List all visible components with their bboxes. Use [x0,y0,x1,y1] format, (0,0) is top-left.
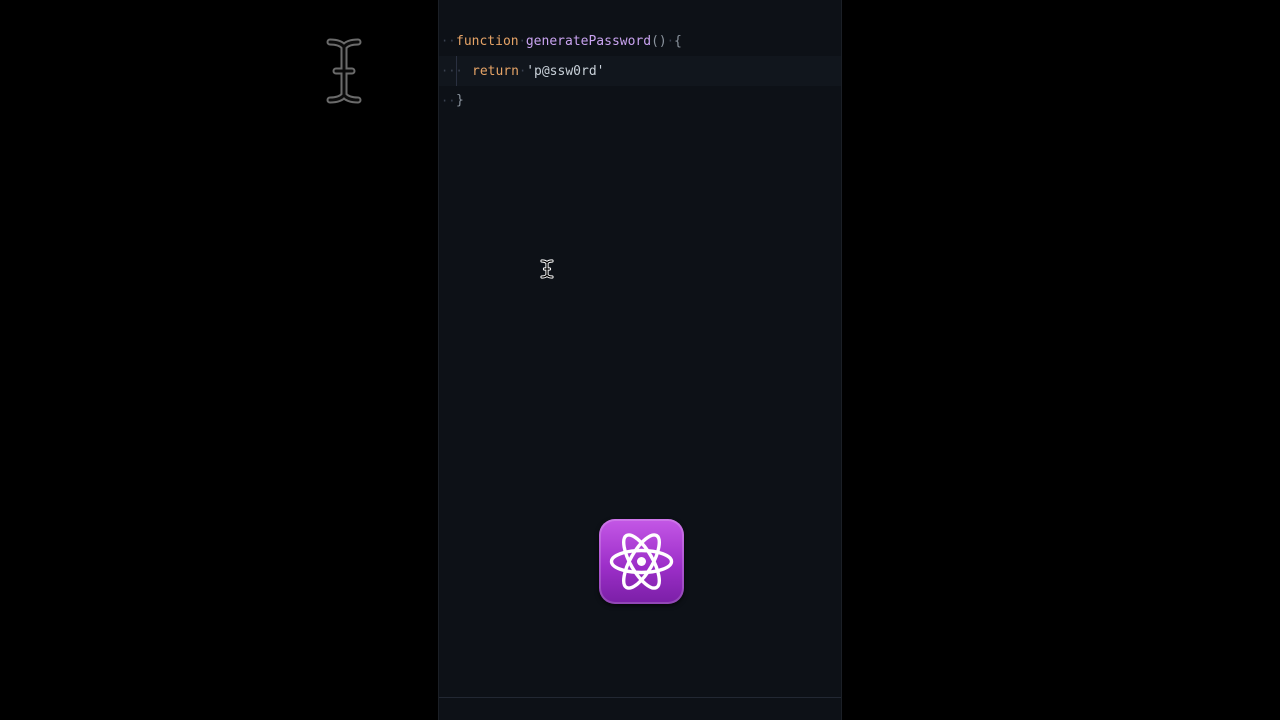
keyword-return: return [472,64,519,79]
whitespace-dots: ·· [441,94,456,108]
whitespace-dots: ·· [441,34,456,48]
code-text: function·generatePassword()·{ [456,26,682,57]
code-text: return·'p@ssw0rd' [472,56,604,87]
whitespace-dot: · [518,64,527,78]
code-line-1[interactable]: ·· function·generatePassword()·{ [439,26,841,56]
atom-icon [599,519,684,604]
mouse-cursor-icon [540,259,554,279]
open-brace: { [673,34,682,49]
string-literal: 'p@ssw0rd' [526,64,605,79]
status-divider [439,697,841,698]
whitespace-dots: ··· [441,64,463,78]
indent-guide [456,56,457,86]
code-line-3[interactable]: ·· } [439,86,841,116]
code-editor[interactable]: ·· function·generatePassword()·{ ··· ret… [438,0,842,720]
whitespace-dot: · [666,34,674,48]
whitespace-dot: · [518,34,526,48]
close-brace: } [456,93,464,108]
keyword-function: function [456,34,519,49]
parentheses: () [651,34,667,49]
function-name: generatePassword [525,34,652,49]
code-line-2[interactable]: ··· return·'p@ssw0rd' [439,56,841,86]
text-cursor-icon [326,38,362,104]
